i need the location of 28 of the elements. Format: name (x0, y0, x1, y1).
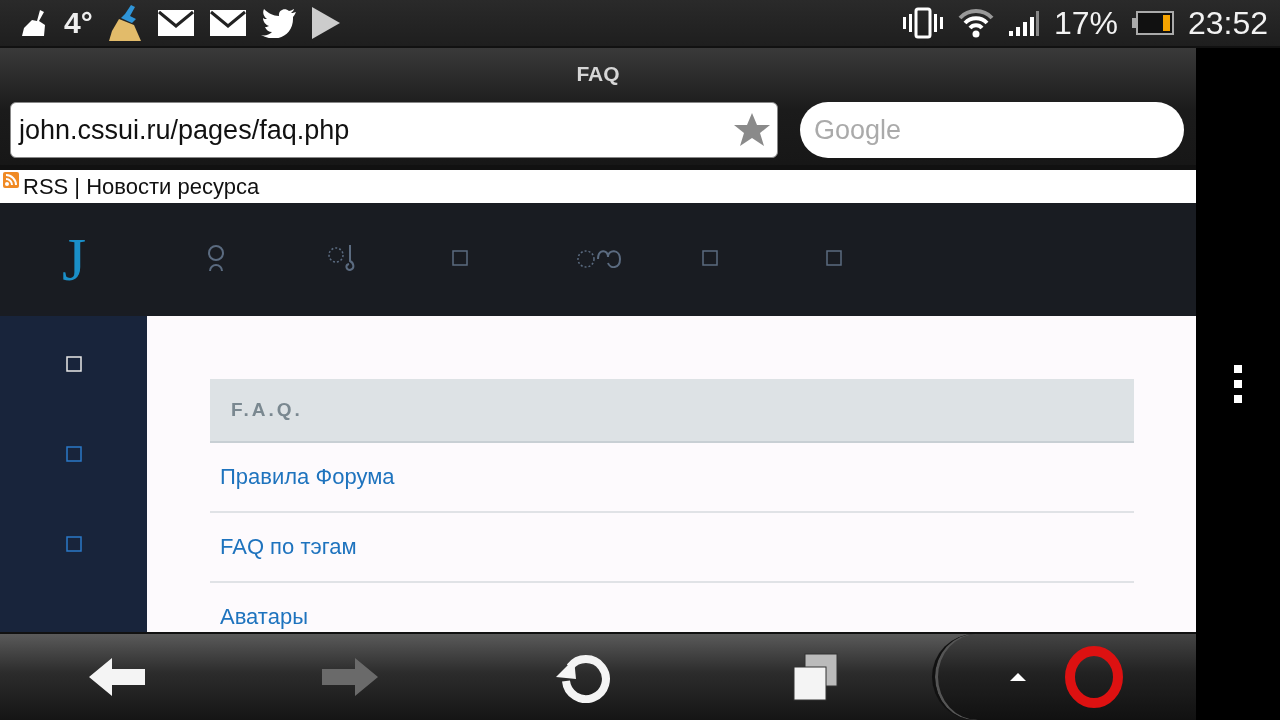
mail-icon (208, 9, 247, 37)
signal-icon (1007, 9, 1040, 37)
battery-percent: 17% (1053, 4, 1118, 42)
faq-link[interactable]: FAQ по тэгам (210, 513, 1134, 583)
site-logo[interactable]: J (62, 224, 214, 295)
temperature: 4° (64, 6, 93, 40)
play-icon (310, 6, 341, 40)
bird-icon (260, 8, 297, 38)
rss-link[interactable]: RSS | Новости ресурса (23, 174, 260, 200)
page-title: FAQ (575, 61, 621, 87)
back-arrow-icon (87, 657, 146, 697)
ring-logo-icon (1064, 646, 1123, 708)
address-field[interactable]: john.cssui.ru/pages/faq.php (10, 102, 778, 158)
menu-button[interactable] (932, 634, 1196, 720)
broom-icon (106, 4, 143, 42)
mail-icon (156, 9, 195, 37)
star-icon[interactable] (733, 112, 771, 148)
clock: 23:52 (1187, 4, 1268, 42)
vibrate-icon (901, 7, 944, 39)
caret-up-icon (1008, 672, 1027, 682)
battery-icon (1131, 10, 1174, 36)
search-field[interactable]: Google (800, 102, 1184, 158)
forward-arrow-icon (320, 657, 379, 697)
faq-link[interactable]: Правила Форума (210, 443, 1134, 513)
nav-glyph-icon[interactable] (206, 242, 226, 273)
wifi-icon (957, 8, 994, 38)
panel-heading: F.A.Q. (210, 379, 1134, 443)
tabs-icon (792, 653, 839, 701)
